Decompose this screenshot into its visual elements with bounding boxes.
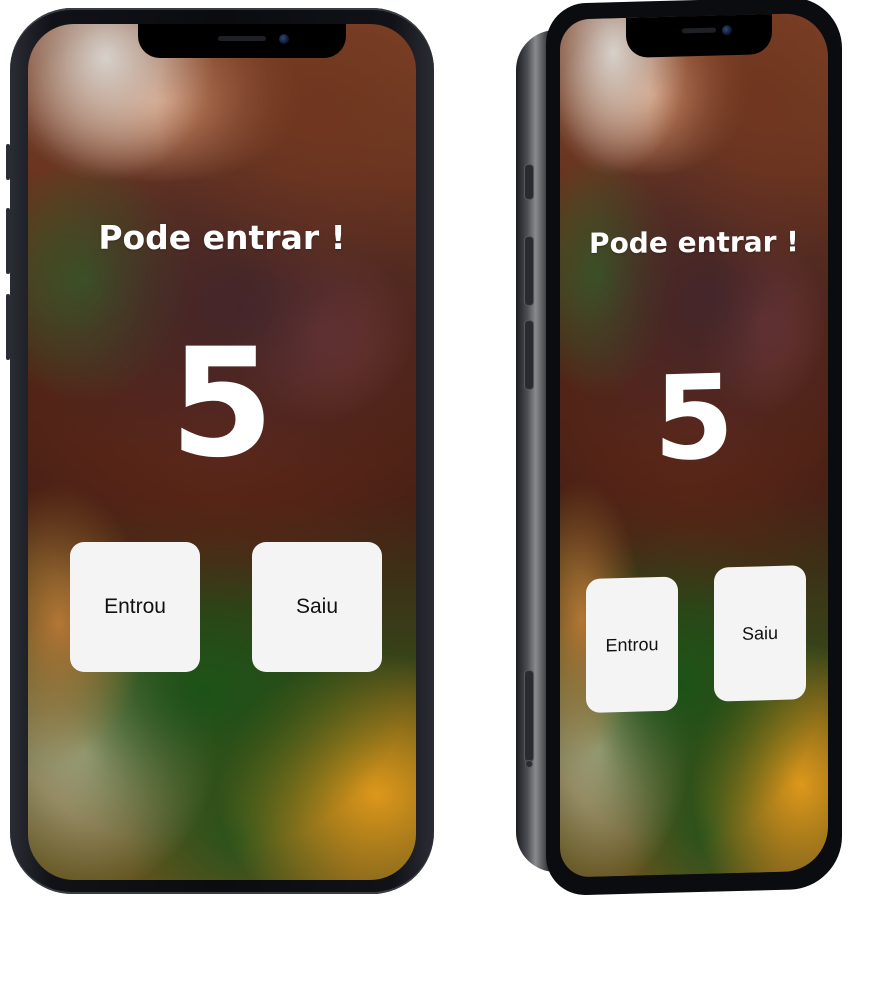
- people-counter: 5: [169, 317, 275, 491]
- notch: [626, 14, 772, 58]
- phone-frame: Pode entrar ! 5 Entrou Saiu: [546, 0, 842, 897]
- left-button[interactable]: Saiu: [252, 542, 382, 672]
- sim-tray: [524, 670, 534, 762]
- speaker-grille: [682, 27, 716, 34]
- volume-down-button: [524, 320, 534, 390]
- speaker-grille: [218, 36, 266, 41]
- notch: [138, 24, 346, 58]
- sim-eject-hole: [525, 760, 533, 768]
- phone-mockup-angled: Pode entrar ! 5 Entrou Saiu: [516, 0, 842, 897]
- front-camera-icon: [279, 34, 289, 44]
- front-camera-icon: [722, 25, 732, 36]
- page-title: Pode entrar !: [98, 218, 346, 257]
- phone-mockup-front: Pode entrar ! 5 Entrou Saiu: [6, 8, 434, 894]
- mockup-stage: Pode entrar ! 5 Entrou Saiu Pode entrar …: [0, 0, 878, 984]
- page-title: Pode entrar !: [589, 225, 799, 261]
- silent-switch: [524, 164, 534, 200]
- volume-up-button: [524, 236, 534, 306]
- entered-button[interactable]: Entrou: [70, 542, 200, 672]
- app-screen: Pode entrar ! 5 Entrou Saiu: [560, 12, 828, 878]
- left-button[interactable]: Saiu: [714, 565, 806, 702]
- people-counter: 5: [653, 350, 735, 488]
- entered-button[interactable]: Entrou: [586, 576, 678, 713]
- app-screen: Pode entrar ! 5 Entrou Saiu: [28, 24, 416, 880]
